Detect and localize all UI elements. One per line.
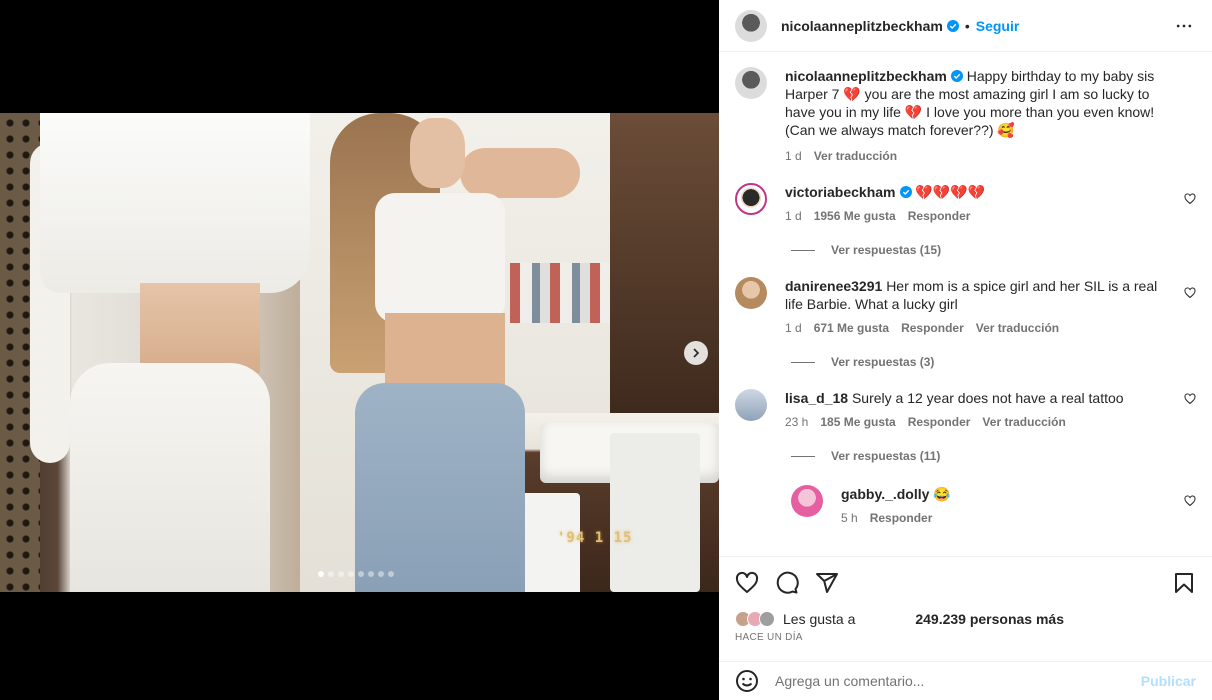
reply-text: 😂 [933, 486, 951, 502]
likes-count[interactable]: 249.239 personas más [915, 611, 1064, 627]
chevron-right-icon [693, 348, 700, 358]
comment-avatar[interactable] [735, 389, 767, 421]
comment-time: 1 d [785, 209, 802, 223]
reply-time: 5 h [841, 511, 858, 525]
comment-item: danirenee3291 Her mom is a spice girl an… [735, 277, 1196, 335]
comment-likes[interactable]: 1956 Me gusta [814, 209, 896, 223]
verified-badge-icon [946, 19, 959, 32]
reply-button[interactable]: Responder [908, 209, 971, 223]
comment-username[interactable]: danirenee3291 [785, 278, 882, 294]
carousel-dot [348, 571, 354, 577]
reply-button[interactable]: Responder [908, 415, 971, 429]
comment-time: 1 d [785, 321, 802, 335]
comment-text: Surely a 12 year does not have a real ta… [851, 390, 1124, 406]
carousel-dots [318, 571, 394, 577]
follow-button[interactable]: Seguir [976, 18, 1020, 34]
author-username[interactable]: nicolaanneplitzbeckham [781, 18, 943, 34]
more-icon [1176, 24, 1192, 27]
reply-item: gabby._.dolly 😂 5 h Responder [791, 485, 1196, 525]
comment-item: lisa_d_18 Surely a 12 year does not have… [735, 389, 1196, 429]
comment-username[interactable]: lisa_d_18 [785, 390, 848, 406]
translate-link[interactable]: Ver traducción [982, 415, 1065, 429]
view-replies-button[interactable]: Ver respuestas (11) [791, 449, 1196, 463]
view-replies-button[interactable]: Ver respuestas (15) [791, 243, 1196, 257]
post-comment-button[interactable]: Publicar [1141, 673, 1196, 689]
caption-username[interactable]: nicolaanneplitzbeckham [785, 68, 947, 84]
likes-label: Les gusta a [783, 611, 856, 627]
post-photo[interactable]: '94 1 15 [0, 113, 719, 592]
comment-text: 💔💔💔💔 [915, 184, 986, 200]
caption-time: 1 d [785, 149, 802, 163]
carousel-dot [338, 571, 344, 577]
carousel-dot [388, 571, 394, 577]
likes-summary[interactable]: Les gusta a 249.239 personas más [735, 611, 1196, 627]
comment-item: victoriabeckham 💔💔💔💔 1 d 1956 Me gusta R… [735, 183, 1196, 223]
author-avatar[interactable] [735, 67, 767, 99]
like-comment-icon[interactable] [1184, 393, 1196, 405]
like-icon[interactable] [735, 571, 759, 595]
like-comment-icon[interactable] [1184, 193, 1196, 205]
like-comment-icon[interactable] [1184, 287, 1196, 299]
comment-icon[interactable] [775, 571, 799, 595]
liker-avatar [759, 611, 775, 627]
reply-button[interactable]: Responder [870, 511, 933, 525]
carousel-dot [318, 571, 324, 577]
reply-button[interactable]: Responder [901, 321, 964, 335]
view-replies-button[interactable]: Ver respuestas (3) [791, 355, 1196, 369]
post-media: '94 1 15 [0, 0, 719, 700]
post-header: nicolaanneplitzbeckham • Seguir [719, 0, 1212, 52]
carousel-dot [328, 571, 334, 577]
photo-date-stamp: '94 1 15 [557, 530, 633, 546]
reply-username[interactable]: gabby._.dolly [841, 486, 929, 502]
reply-avatar[interactable] [791, 485, 823, 517]
comment-likes[interactable]: 671 Me gusta [814, 321, 889, 335]
author-avatar[interactable] [735, 9, 767, 42]
comment-username[interactable]: victoriabeckham [785, 184, 896, 200]
carousel-dot [368, 571, 374, 577]
caption-translate-link[interactable]: Ver traducción [814, 149, 897, 163]
share-icon[interactable] [815, 571, 839, 595]
verified-badge-icon [899, 186, 912, 198]
separator-dot: • [964, 17, 970, 34]
save-icon[interactable] [1172, 571, 1196, 595]
add-comment-bar: Publicar [719, 661, 1212, 700]
caption: nicolaanneplitzbeckham Happy birthday to… [735, 67, 1196, 163]
carousel-next-button[interactable] [684, 341, 708, 365]
post-actions: Les gusta a 249.239 personas más HACE UN… [719, 556, 1212, 643]
carousel-dot [358, 571, 364, 577]
comment-time: 23 h [785, 415, 809, 429]
post-sidebar: nicolaanneplitzbeckham • Seguir nicolaan… [719, 0, 1212, 700]
like-comment-icon[interactable] [1184, 495, 1196, 507]
comment-avatar[interactable] [735, 277, 767, 309]
carousel-dot [378, 571, 384, 577]
comments-list[interactable]: nicolaanneplitzbeckham Happy birthday to… [719, 53, 1212, 556]
comment-avatar[interactable] [735, 183, 767, 215]
emoji-icon[interactable] [735, 669, 759, 693]
post-timestamp: HACE UN DÍA [735, 632, 803, 643]
translate-link[interactable]: Ver traducción [976, 321, 1059, 335]
comment-input[interactable] [775, 673, 1141, 689]
verified-badge-icon [950, 70, 963, 82]
more-options-button[interactable] [1172, 14, 1196, 38]
comment-likes[interactable]: 185 Me gusta [820, 415, 895, 429]
